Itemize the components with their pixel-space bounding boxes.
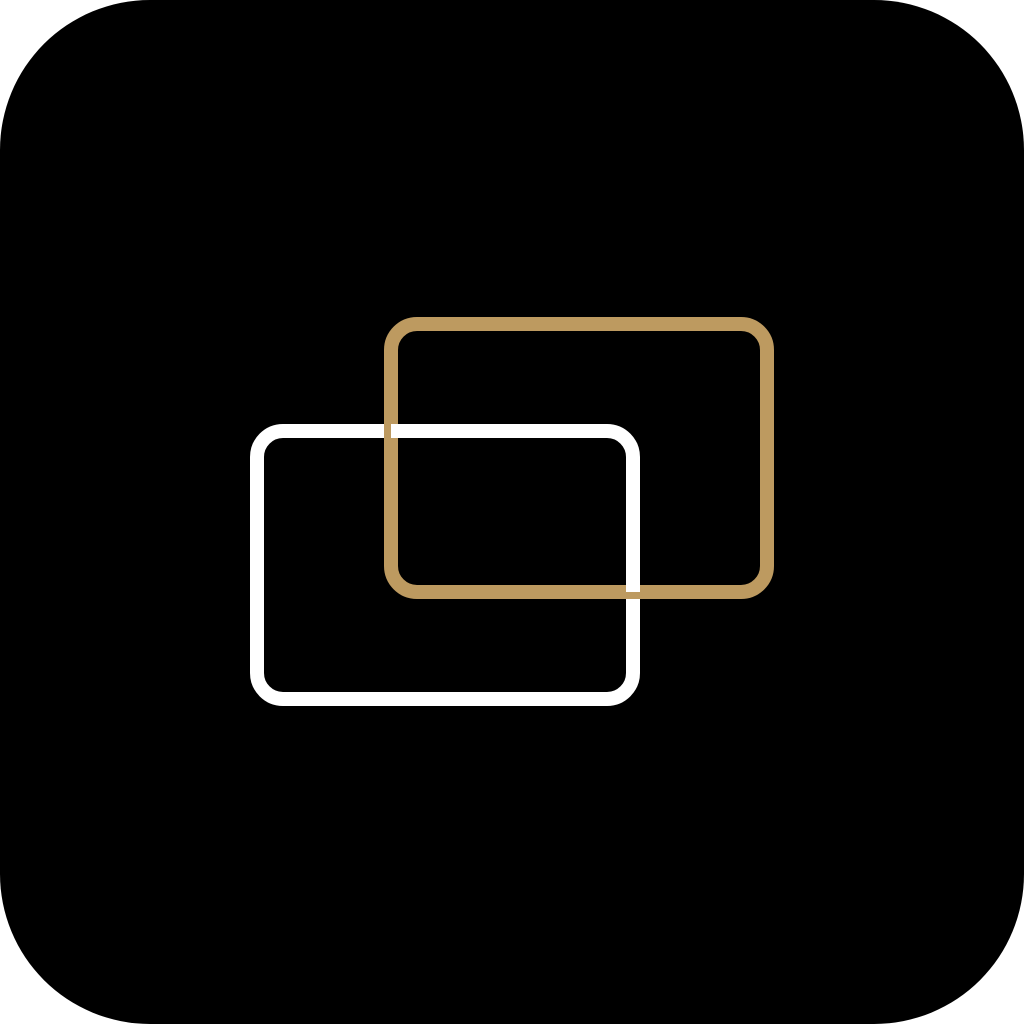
overlapping-cards-icon <box>250 317 774 706</box>
back-card-outline <box>384 317 774 599</box>
app-icon[interactable] <box>0 0 1024 1024</box>
front-card-outline <box>250 424 640 706</box>
